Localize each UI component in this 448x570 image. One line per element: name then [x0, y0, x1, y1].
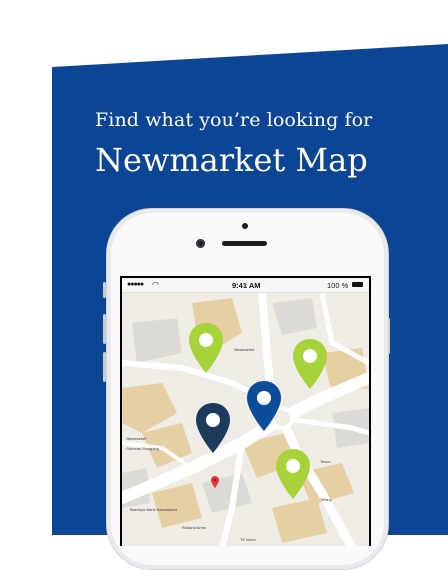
map-label: Newmarket	[126, 436, 147, 441]
earpiece-speaker	[222, 241, 267, 246]
green-location-pin-icon[interactable]	[275, 448, 311, 500]
front-camera	[196, 239, 205, 248]
map-label: Tesco	[320, 459, 331, 464]
app-screen: ●●●●● ◠ 9:41 AM 100 % Newmarket Guineas …	[122, 278, 369, 546]
page-title: Newmarket Map	[95, 141, 368, 179]
status-bar: ●●●●● ◠ 9:41 AM 100 %	[122, 278, 369, 293]
map-label: Newmarket	[234, 347, 255, 352]
proximity-sensor	[242, 223, 248, 229]
map-label: TK Maxx	[240, 537, 256, 542]
battery-percent: 100 %	[327, 281, 349, 290]
phone-screen: ●●●●● ◠ 9:41 AM 100 % Newmarket Guineas …	[120, 276, 371, 546]
green-location-pin-icon[interactable]	[292, 338, 328, 390]
battery-icon	[352, 282, 363, 287]
navy-location-pin-icon[interactable]	[195, 402, 231, 454]
wifi-icon: ◠	[152, 280, 159, 289]
signal-icon: ●●●●●	[127, 281, 144, 288]
map-label: Barclays Bank Newmarket	[130, 507, 178, 512]
map-label: Guineas Shopping	[126, 446, 159, 451]
blue-location-pin-icon[interactable]	[246, 380, 282, 432]
map-label: Tiffany	[320, 497, 332, 502]
subtitle: Find what you’re looking for	[95, 109, 373, 131]
map-label: Rutland Arms	[182, 525, 206, 530]
green-location-pin-icon[interactable]	[188, 322, 224, 374]
status-time: 9:41 AM	[232, 281, 261, 290]
red-location-marker-icon[interactable]	[211, 476, 219, 488]
